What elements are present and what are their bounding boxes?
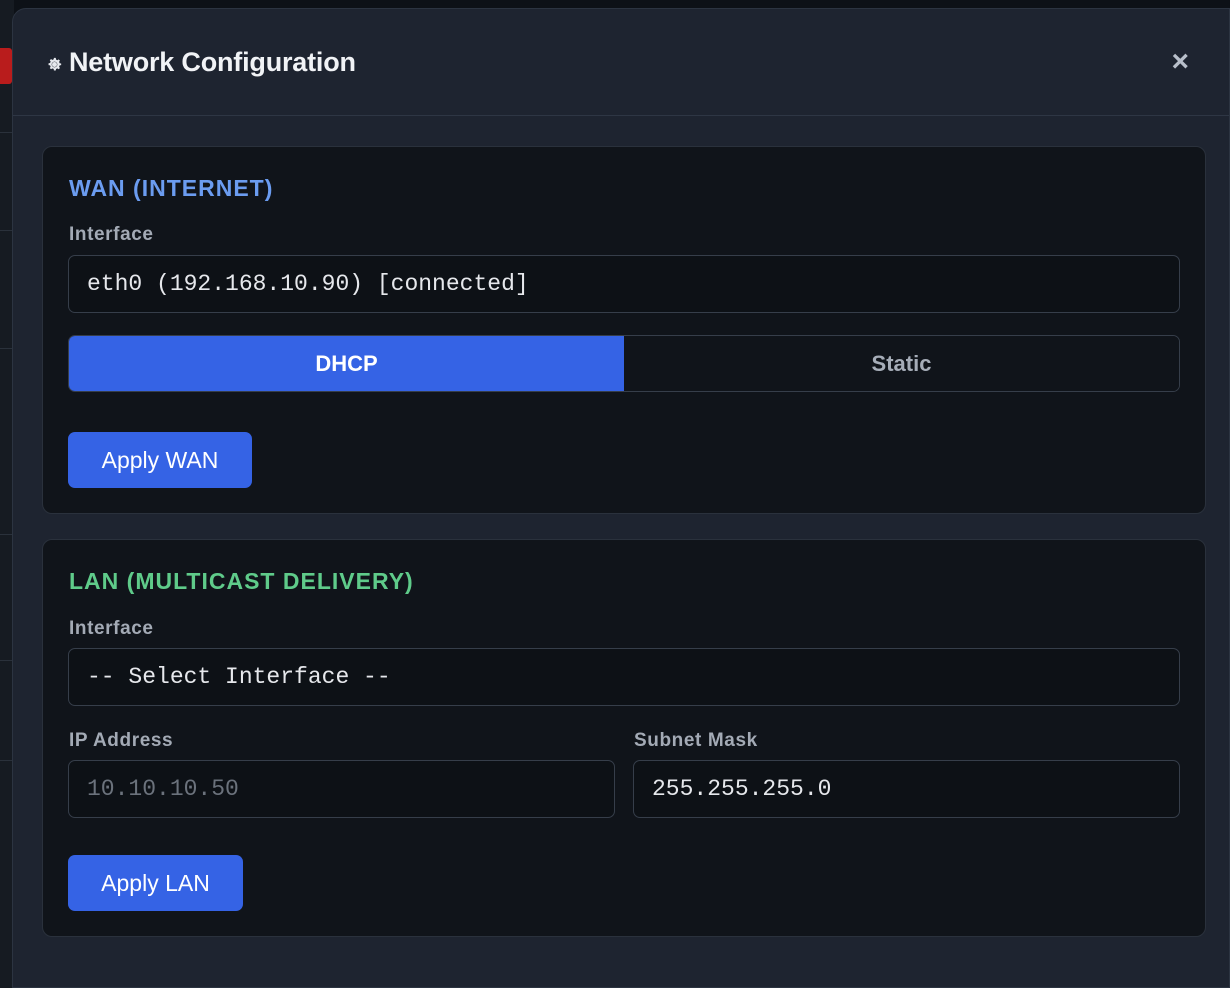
wan-mode-toggle: DHCP Static <box>68 335 1180 392</box>
lan-interface-label: Interface <box>69 618 154 639</box>
apply-wan-button[interactable]: Apply WAN <box>68 432 252 488</box>
background-divider <box>0 534 12 535</box>
wan-section-title: WAN (INTERNET) <box>69 175 274 201</box>
network-config-modal: Network Configuration × WAN (INTERNET) I… <box>12 8 1230 988</box>
apply-lan-button[interactable]: Apply LAN <box>68 855 243 911</box>
wan-interface-label: Interface <box>69 224 154 245</box>
subnet-mask-input[interactable]: 255.255.255.0 <box>633 760 1180 818</box>
close-button[interactable]: × <box>1171 47 1189 77</box>
subnet-mask-label: Subnet Mask <box>634 730 758 751</box>
background-divider <box>0 230 12 231</box>
background-divider <box>0 348 12 349</box>
background-divider <box>0 660 12 661</box>
title-group: Network Configuration <box>46 47 356 78</box>
wan-mode-static-option[interactable]: Static <box>624 336 1179 391</box>
wan-interface-select[interactable]: eth0 (192.168.10.90) [connected] <box>68 255 1180 313</box>
lan-section: LAN (MULTICAST DELIVERY) Interface -- Se… <box>42 539 1206 937</box>
modal-header: Network Configuration × <box>13 9 1229 116</box>
wan-section: WAN (INTERNET) Interface eth0 (192.168.1… <box>42 146 1206 514</box>
background-divider <box>0 760 12 761</box>
gear-icon <box>46 56 63 73</box>
modal-title: Network Configuration <box>69 46 356 77</box>
wan-mode-dhcp-option[interactable]: DHCP <box>69 336 624 391</box>
lan-section-title: LAN (MULTICAST DELIVERY) <box>69 568 414 594</box>
background-red-element <box>0 48 12 84</box>
ip-address-input[interactable]: 10.10.10.50 <box>68 760 615 818</box>
background-divider <box>0 132 12 133</box>
ip-address-label: IP Address <box>69 730 174 751</box>
lan-interface-select[interactable]: -- Select Interface -- <box>68 648 1180 706</box>
